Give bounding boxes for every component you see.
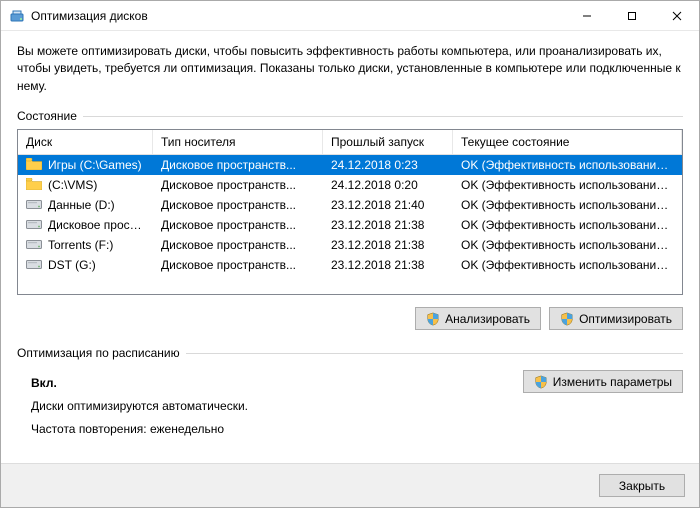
cell-last: 23.12.2018 21:40: [323, 198, 453, 212]
cell-last: 23.12.2018 21:38: [323, 238, 453, 252]
table-row[interactable]: Игры (C:\Games) Дисковое пространств...24…: [18, 155, 682, 175]
drive-name: Torrents (F:): [48, 238, 113, 252]
close-button[interactable]: [654, 1, 699, 30]
cell-disk: DST (G:): [18, 258, 153, 273]
schedule-enabled: Вкл.: [31, 376, 57, 390]
cell-media: Дисковое пространств...: [153, 158, 323, 172]
status-section-header: Состояние: [17, 109, 683, 123]
shield-icon: [560, 312, 574, 326]
col-status[interactable]: Текущее состояние: [453, 130, 682, 154]
close-dialog-button[interactable]: Закрыть: [599, 474, 685, 497]
table-row[interactable]: DST (G:) Дисковое пространств...23.12.201…: [18, 255, 682, 275]
cell-status: OK (Эффективность использования про...: [453, 198, 682, 212]
analyze-label: Анализировать: [445, 312, 530, 326]
drive-list[interactable]: Диск Тип носителя Прошлый запуск Текущее…: [17, 129, 683, 295]
cell-status: OK (Эффективность использования про...: [453, 178, 682, 192]
cell-media: Дисковое пространств...: [153, 198, 323, 212]
optimize-label: Оптимизировать: [579, 312, 672, 326]
drive-icon: [26, 178, 42, 193]
list-body[interactable]: Игры (C:\Games)Дисковое пространств...24…: [18, 155, 682, 294]
schedule-auto: Диски оптимизируются автоматически.: [31, 395, 523, 418]
cell-last: 23.12.2018 21:38: [323, 218, 453, 232]
cell-status: OK (Эффективность использования про...: [453, 238, 682, 252]
cell-last: 24.12.2018 0:23: [323, 158, 453, 172]
maximize-button[interactable]: [609, 1, 654, 30]
drive-icon: [26, 158, 42, 173]
cell-disk: (C:\VMS): [18, 178, 153, 193]
drive-name: Дисковое простран...: [48, 218, 145, 232]
close-label: Закрыть: [619, 479, 665, 493]
cell-status: OK (Эффективность использования про...: [453, 258, 682, 272]
cell-last: 23.12.2018 21:38: [323, 258, 453, 272]
cell-status: OK (Эффективность использования про...: [453, 218, 682, 232]
cell-media: Дисковое пространств...: [153, 258, 323, 272]
cell-disk: Игры (C:\Games): [18, 158, 153, 173]
drive-icon: [26, 258, 42, 273]
title-bar: Оптимизация дисков: [1, 1, 699, 31]
drive-icon: [26, 238, 42, 253]
footer: Закрыть: [1, 463, 699, 507]
schedule-info: Вкл. Диски оптимизируются автоматически.…: [17, 366, 523, 440]
status-label: Состояние: [17, 109, 77, 123]
schedule-label: Оптимизация по расписанию: [17, 346, 180, 360]
cell-last: 24.12.2018 0:20: [323, 178, 453, 192]
shield-icon: [426, 312, 440, 326]
window-title: Оптимизация дисков: [31, 9, 564, 23]
col-media[interactable]: Тип носителя: [153, 130, 323, 154]
table-row[interactable]: Данные (D:) Дисковое пространств...23.12.…: [18, 195, 682, 215]
table-row[interactable]: (C:\VMS) Дисковое пространств...24.12.201…: [18, 175, 682, 195]
cell-media: Дисковое пространств...: [153, 218, 323, 232]
analyze-button[interactable]: Анализировать: [415, 307, 541, 330]
cell-disk: Torrents (F:): [18, 238, 153, 253]
col-disk[interactable]: Диск: [18, 130, 153, 154]
cell-media: Дисковое пространств...: [153, 178, 323, 192]
col-last[interactable]: Прошлый запуск: [323, 130, 453, 154]
optimize-button[interactable]: Оптимизировать: [549, 307, 683, 330]
minimize-button[interactable]: [564, 1, 609, 30]
drive-icon: [26, 218, 42, 233]
window: Оптимизация дисков Вы можете оптимизиров…: [0, 0, 700, 508]
schedule-section-header: Оптимизация по расписанию: [17, 346, 683, 360]
cell-status: OK (Эффективность использования про...: [453, 158, 682, 172]
drive-name: (C:\VMS): [48, 178, 97, 192]
drive-icon: [26, 198, 42, 213]
app-icon: [9, 8, 25, 24]
drive-name: Игры (C:\Games): [48, 158, 142, 172]
cell-disk: Дисковое простран...: [18, 218, 153, 233]
drive-name: Данные (D:): [48, 198, 115, 212]
change-label: Изменить параметры: [553, 375, 672, 389]
schedule-freq: Частота повторения: еженедельно: [31, 418, 523, 441]
table-row[interactable]: Torrents (F:) Дисковое пространств...23.1…: [18, 235, 682, 255]
list-header: Диск Тип носителя Прошлый запуск Текущее…: [18, 130, 682, 155]
intro-text: Вы можете оптимизировать диски, чтобы по…: [17, 43, 683, 95]
change-settings-button[interactable]: Изменить параметры: [523, 370, 683, 393]
cell-disk: Данные (D:): [18, 198, 153, 213]
shield-icon: [534, 375, 548, 389]
table-row[interactable]: Дисковое простран... Дисковое пространств…: [18, 215, 682, 235]
drive-name: DST (G:): [48, 258, 96, 272]
cell-media: Дисковое пространств...: [153, 238, 323, 252]
